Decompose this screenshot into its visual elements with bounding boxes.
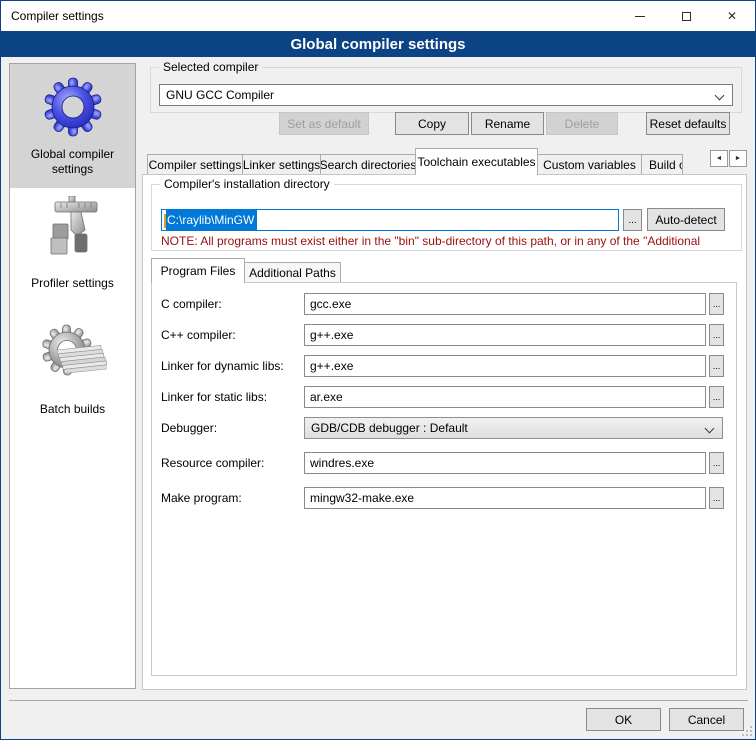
sidebar-item-label: Profiler settings bbox=[31, 276, 114, 291]
reset-defaults-button[interactable]: Reset defaults bbox=[646, 112, 730, 135]
form-row: Debugger: GDB/CDB debugger : Default bbox=[152, 417, 736, 439]
selected-compiler-group-label: Selected compiler bbox=[159, 60, 262, 74]
chevron-down-icon bbox=[705, 424, 715, 434]
set-as-default-button[interactable]: Set as default bbox=[279, 112, 369, 135]
cancel-button[interactable]: Cancel bbox=[669, 708, 744, 731]
delete-button[interactable]: Delete bbox=[546, 112, 618, 135]
tab-linker-settings[interactable]: Linker settings bbox=[242, 154, 321, 175]
blue-gear-icon bbox=[41, 75, 105, 142]
program-files-page: C compiler: ... C++ compiler: ... Linker… bbox=[151, 282, 737, 676]
browse-button[interactable]: ... bbox=[709, 355, 724, 377]
main-panel: Selected compiler GNU GCC Compiler Set a… bbox=[142, 57, 748, 739]
sidebar-item-profiler-settings[interactable]: Profiler settings bbox=[10, 192, 135, 316]
close-button[interactable]: ✕ bbox=[709, 1, 755, 31]
form-row: Make program: ... bbox=[152, 487, 736, 509]
browse-button[interactable]: ... bbox=[709, 293, 724, 315]
maximize-icon bbox=[682, 12, 691, 21]
tab-build-options[interactable]: Build options bbox=[641, 154, 683, 175]
make-program-label: Make program: bbox=[161, 491, 242, 505]
window-title: Compiler settings bbox=[11, 9, 104, 23]
form-row: C++ compiler: ... bbox=[152, 324, 736, 346]
tab-compiler-settings[interactable]: Compiler settings bbox=[147, 154, 243, 175]
dialog-body: Global compiler settings bbox=[1, 57, 755, 739]
close-icon: ✕ bbox=[727, 10, 737, 22]
c-compiler-input[interactable] bbox=[304, 293, 706, 315]
chevron-down-icon bbox=[715, 91, 725, 101]
debugger-select[interactable]: GDB/CDB debugger : Default bbox=[304, 417, 723, 439]
program-files-tabs: Program Files Additional Paths bbox=[151, 259, 340, 283]
browse-button[interactable]: ... bbox=[709, 324, 724, 346]
sidebar-item-label: Global compiler settings bbox=[10, 147, 135, 177]
debugger-value: GDB/CDB debugger : Default bbox=[311, 421, 468, 435]
compiler-settings-window: Compiler settings ✕ Global compiler sett… bbox=[0, 0, 756, 740]
resize-grip-icon[interactable] bbox=[742, 726, 752, 736]
resource-compiler-input[interactable] bbox=[304, 452, 706, 474]
minimize-icon bbox=[635, 16, 645, 17]
browse-button[interactable]: ... bbox=[709, 386, 724, 408]
cpp-compiler-label: C++ compiler: bbox=[161, 328, 236, 342]
gray-gear-stack-icon bbox=[39, 322, 107, 397]
minimize-button[interactable] bbox=[617, 1, 663, 31]
sidebar-item-label: Batch builds bbox=[40, 402, 105, 417]
installation-directory-group-label: Compiler's installation directory bbox=[160, 177, 334, 191]
sidebar-item-batch-builds[interactable]: Batch builds bbox=[10, 318, 135, 442]
arrow-right-icon: ► bbox=[735, 155, 742, 162]
static-linker-input[interactable] bbox=[304, 386, 706, 408]
banner-title: Global compiler settings bbox=[290, 36, 465, 53]
tab-additional-paths[interactable]: Additional Paths bbox=[244, 262, 341, 283]
debugger-label: Debugger: bbox=[161, 421, 217, 435]
installation-directory-input[interactable]: C:\raylib\MinGW bbox=[161, 209, 619, 231]
toolchain-executables-page: Compiler's installation directory C:\ray… bbox=[142, 174, 747, 690]
form-row: Linker for dynamic libs: ... bbox=[152, 355, 736, 377]
form-row: Resource compiler: ... bbox=[152, 452, 736, 474]
dialog-banner: Global compiler settings bbox=[1, 31, 755, 57]
rename-button[interactable]: Rename bbox=[471, 112, 544, 135]
tab-search-directories[interactable]: Search directories bbox=[320, 154, 416, 175]
sidebar-item-global-compiler-settings[interactable]: Global compiler settings bbox=[10, 64, 135, 188]
form-row: C compiler: ... bbox=[152, 293, 736, 315]
selected-compiler-groupbox: Selected compiler GNU GCC Compiler bbox=[150, 67, 742, 113]
tab-toolchain-executables[interactable]: Toolchain executables bbox=[415, 148, 538, 175]
browse-button[interactable]: ... bbox=[709, 452, 724, 474]
selected-compiler-value: GNU GCC Compiler bbox=[166, 88, 274, 102]
dynamic-linker-label: Linker for dynamic libs: bbox=[161, 359, 284, 373]
cpp-compiler-input[interactable] bbox=[304, 324, 706, 346]
auto-detect-button[interactable]: Auto-detect bbox=[647, 208, 725, 231]
titlebar[interactable]: Compiler settings ✕ bbox=[1, 1, 755, 31]
selected-compiler-select[interactable]: GNU GCC Compiler bbox=[159, 84, 733, 106]
resource-compiler-label: Resource compiler: bbox=[161, 456, 264, 470]
static-linker-label: Linker for static libs: bbox=[161, 390, 267, 404]
installation-directory-value: C:\raylib\MinGW bbox=[166, 210, 257, 230]
installation-directory-groupbox: Compiler's installation directory C:\ray… bbox=[151, 184, 742, 251]
settings-category-list: Global compiler settings bbox=[9, 63, 136, 689]
c-compiler-label: C compiler: bbox=[161, 297, 222, 311]
form-row: Linker for static libs: ... bbox=[152, 386, 736, 408]
footer-divider bbox=[9, 700, 748, 701]
tab-custom-variables[interactable]: Custom variables bbox=[537, 154, 642, 175]
browse-directory-button[interactable]: ... bbox=[623, 209, 642, 231]
caliper-icon bbox=[41, 196, 105, 271]
make-program-input[interactable] bbox=[304, 487, 706, 509]
browse-button[interactable]: ... bbox=[709, 487, 724, 509]
caption-buttons: ✕ bbox=[617, 1, 755, 31]
bin-subdirectory-note: NOTE: All programs must exist either in … bbox=[161, 234, 738, 248]
tab-scroll-buttons: ◄ ► bbox=[709, 150, 747, 167]
ok-button[interactable]: OK bbox=[586, 708, 661, 731]
dynamic-linker-input[interactable] bbox=[304, 355, 706, 377]
tab-scroll-right-button[interactable]: ► bbox=[729, 150, 747, 167]
arrow-left-icon: ◄ bbox=[716, 155, 723, 162]
copy-button[interactable]: Copy bbox=[395, 112, 469, 135]
compiler-tabs: Compiler settings Linker settings Search… bbox=[142, 149, 748, 175]
tab-scroll-left-button[interactable]: ◄ bbox=[710, 150, 728, 167]
tab-program-files[interactable]: Program Files bbox=[151, 258, 245, 283]
maximize-button[interactable] bbox=[663, 1, 709, 31]
